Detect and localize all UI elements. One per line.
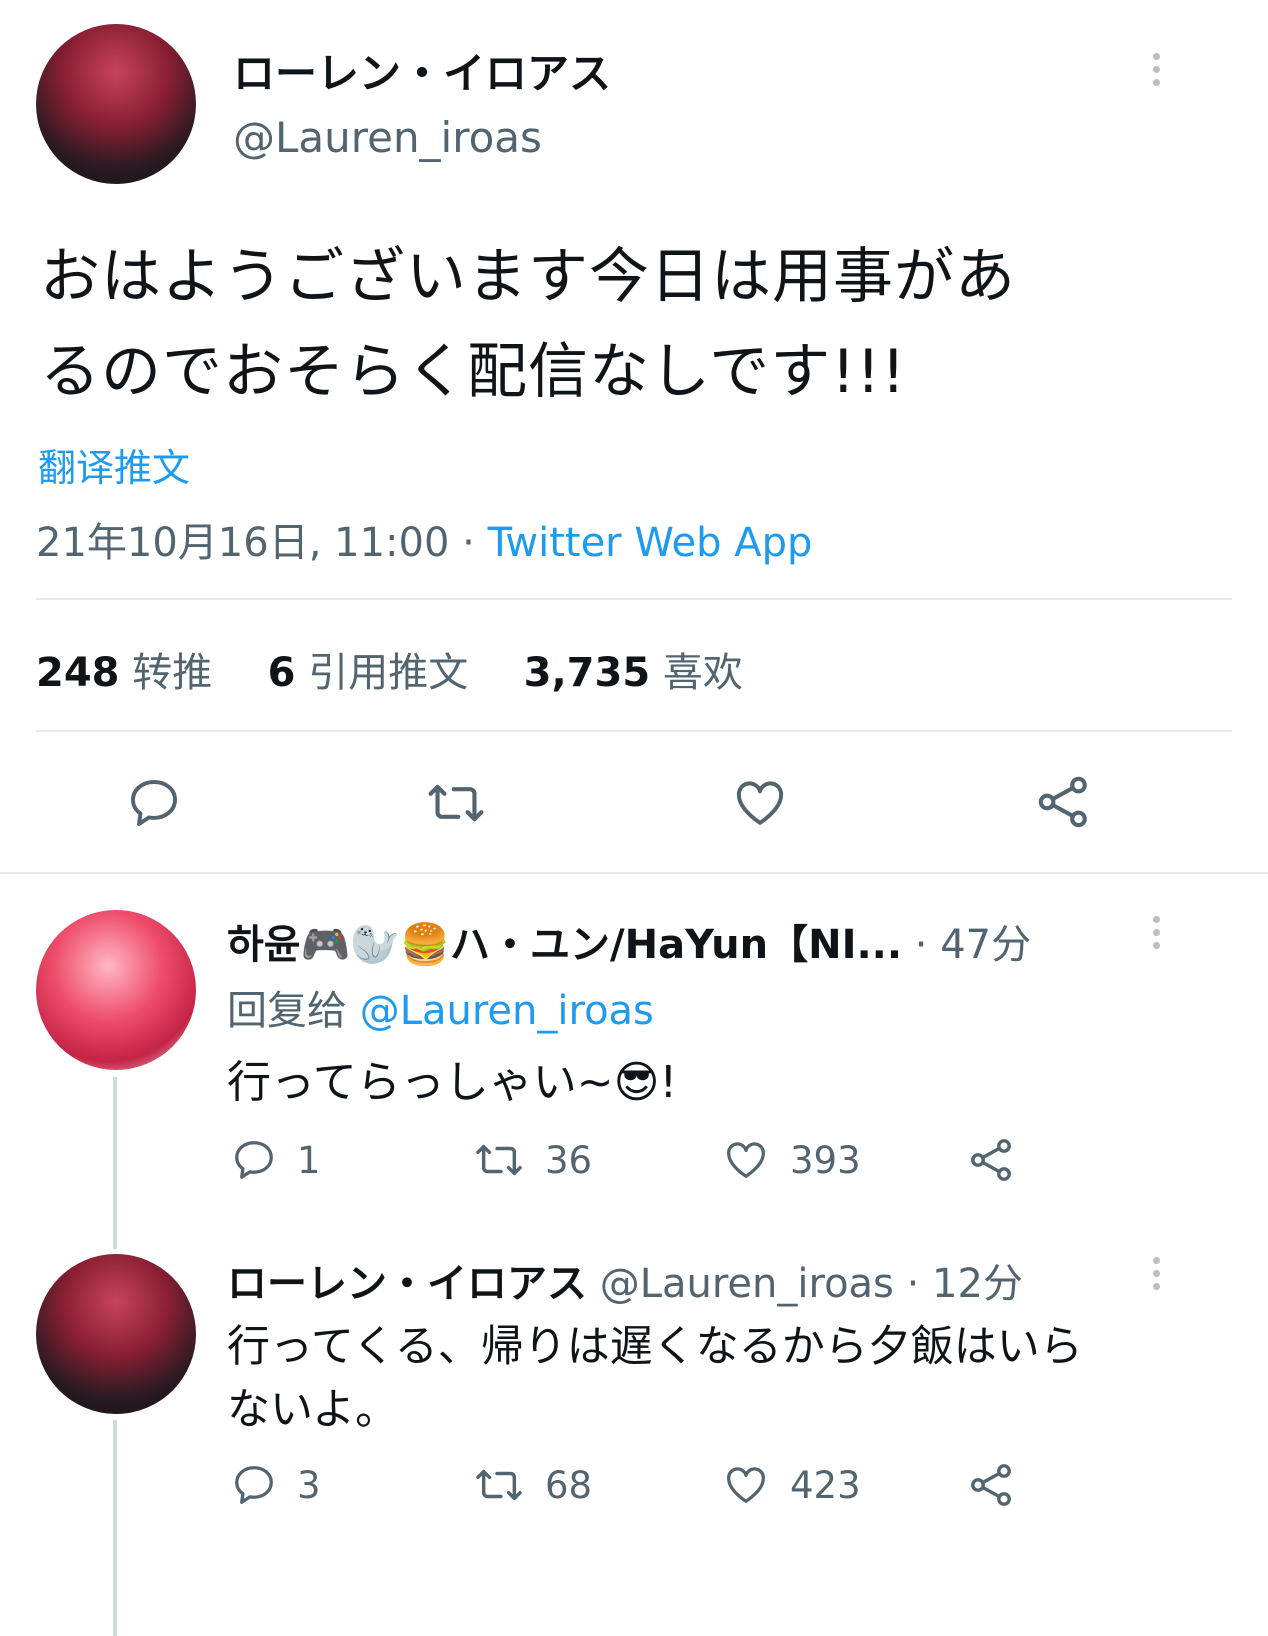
reply-text: 行ってらっしゃい~😎!	[227, 1057, 678, 1108]
tweet-text-line1: おはようございます今日は用事があ	[40, 242, 1016, 312]
author-avatar[interactable]	[36, 24, 196, 184]
reply-count: 1	[297, 1138, 321, 1182]
reply-meta: · 12分	[906, 1261, 1023, 1307]
thread-line	[113, 1420, 117, 1636]
reply-action-like[interactable]: 423	[722, 1462, 861, 1508]
reply-header: 하윤🎮🦭🍔ハ・ユン/HaYun【NI... · 47分	[227, 912, 1031, 970]
like-button[interactable]	[731, 775, 789, 831]
quotes-label: 引用推文	[308, 650, 469, 696]
share-icon	[971, 1464, 1011, 1506]
likes-label: 喜欢	[662, 650, 743, 696]
thread-line	[113, 1077, 117, 1249]
retweets-count: 248	[36, 650, 120, 696]
reply-to-label: 回复给	[227, 988, 347, 1034]
more-dots-icon	[1151, 916, 1161, 949]
retweet-count: 36	[545, 1138, 593, 1182]
more-dots-icon	[1151, 1257, 1161, 1290]
like-icon	[737, 781, 783, 825]
divider	[36, 598, 1232, 600]
tweet-stats-row: 248 转推 6 引用推文 3,735 喜欢	[36, 640, 743, 698]
reply-meta: · 47分	[914, 922, 1032, 968]
retweet-icon	[428, 784, 484, 822]
more-options-button[interactable]	[1151, 1257, 1161, 1296]
likes-count: 3,735	[523, 650, 651, 696]
reply-action-share[interactable]	[968, 1461, 1016, 1509]
reply-action-share[interactable]	[968, 1136, 1016, 1184]
more-dots-icon	[1151, 53, 1161, 86]
author-handle[interactable]: @Lauren_iroas	[233, 113, 542, 162]
reply-icon	[235, 1466, 273, 1504]
reply-count: 3	[297, 1463, 321, 1507]
reply-action-like[interactable]: 393	[722, 1137, 861, 1183]
retweets-label: 转推	[132, 650, 213, 696]
reply-action-reply[interactable]: 3	[231, 1462, 321, 1508]
retweets-stat[interactable]: 248 转推	[36, 650, 225, 696]
like-count: 393	[790, 1138, 861, 1182]
meta-separator: ·	[462, 520, 475, 566]
reply-action-retweet[interactable]: 36	[473, 1137, 592, 1183]
divider	[36, 730, 1232, 732]
reply-author-avatar[interactable]	[36, 1254, 196, 1414]
tweet-timestamp[interactable]: 21年10月16日, 11:00	[36, 520, 449, 566]
translate-tweet-link[interactable]: 翻译推文	[38, 437, 190, 492]
reply-author-handle[interactable]: @Lauren_iroas	[600, 1261, 894, 1307]
like-icon	[727, 1467, 765, 1503]
reply-action-reply[interactable]: 1	[231, 1137, 321, 1183]
reply-header: ローレン・イロアス @Lauren_iroas · 12分	[227, 1251, 1023, 1309]
reply-author-name[interactable]: ローレン・イロアス	[227, 1261, 587, 1307]
share-button[interactable]	[1035, 773, 1093, 831]
reply-icon	[235, 1141, 273, 1179]
reply-button[interactable]	[126, 775, 182, 831]
reply-author-name[interactable]: 하윤🎮🦭🍔ハ・ユン/HaYun【NI...	[227, 922, 902, 968]
retweet-count: 68	[545, 1463, 593, 1507]
tweet-source-link[interactable]: Twitter Web App	[488, 520, 813, 566]
retweet-icon	[476, 1144, 522, 1176]
reply-to-line: 回复给 @Lauren_iroas	[227, 978, 654, 1036]
reply-text-line2: ないよ。	[227, 1385, 399, 1435]
reply-text-line1: 行ってくる、帰りは遅くなるから夕飯はいら	[227, 1322, 1083, 1372]
tweet-meta-row: 21年10月16日, 11:00 · Twitter Web App	[36, 510, 812, 568]
author-name[interactable]: ローレン・イロアス	[233, 40, 611, 101]
tweet-text-line2: るのでおそらく配信なしです!!!	[40, 337, 907, 407]
quotes-count: 6	[267, 650, 296, 696]
reply-author-avatar[interactable]	[36, 910, 196, 1070]
like-count: 423	[790, 1463, 861, 1507]
share-icon	[1038, 776, 1087, 828]
reply-action-retweet[interactable]: 68	[473, 1462, 592, 1508]
more-options-button[interactable]	[1151, 916, 1161, 955]
reply-to-handle[interactable]: @Lauren_iroas	[360, 988, 654, 1034]
likes-stat[interactable]: 3,735 喜欢	[524, 650, 743, 696]
section-divider	[0, 872, 1268, 874]
like-icon	[727, 1142, 765, 1178]
share-icon	[971, 1139, 1011, 1181]
quotes-stat[interactable]: 6 引用推文	[268, 650, 481, 696]
reply-icon	[131, 780, 177, 826]
retweet-icon	[476, 1469, 522, 1501]
more-options-button[interactable]	[1151, 53, 1161, 92]
retweet-button[interactable]	[426, 775, 486, 831]
